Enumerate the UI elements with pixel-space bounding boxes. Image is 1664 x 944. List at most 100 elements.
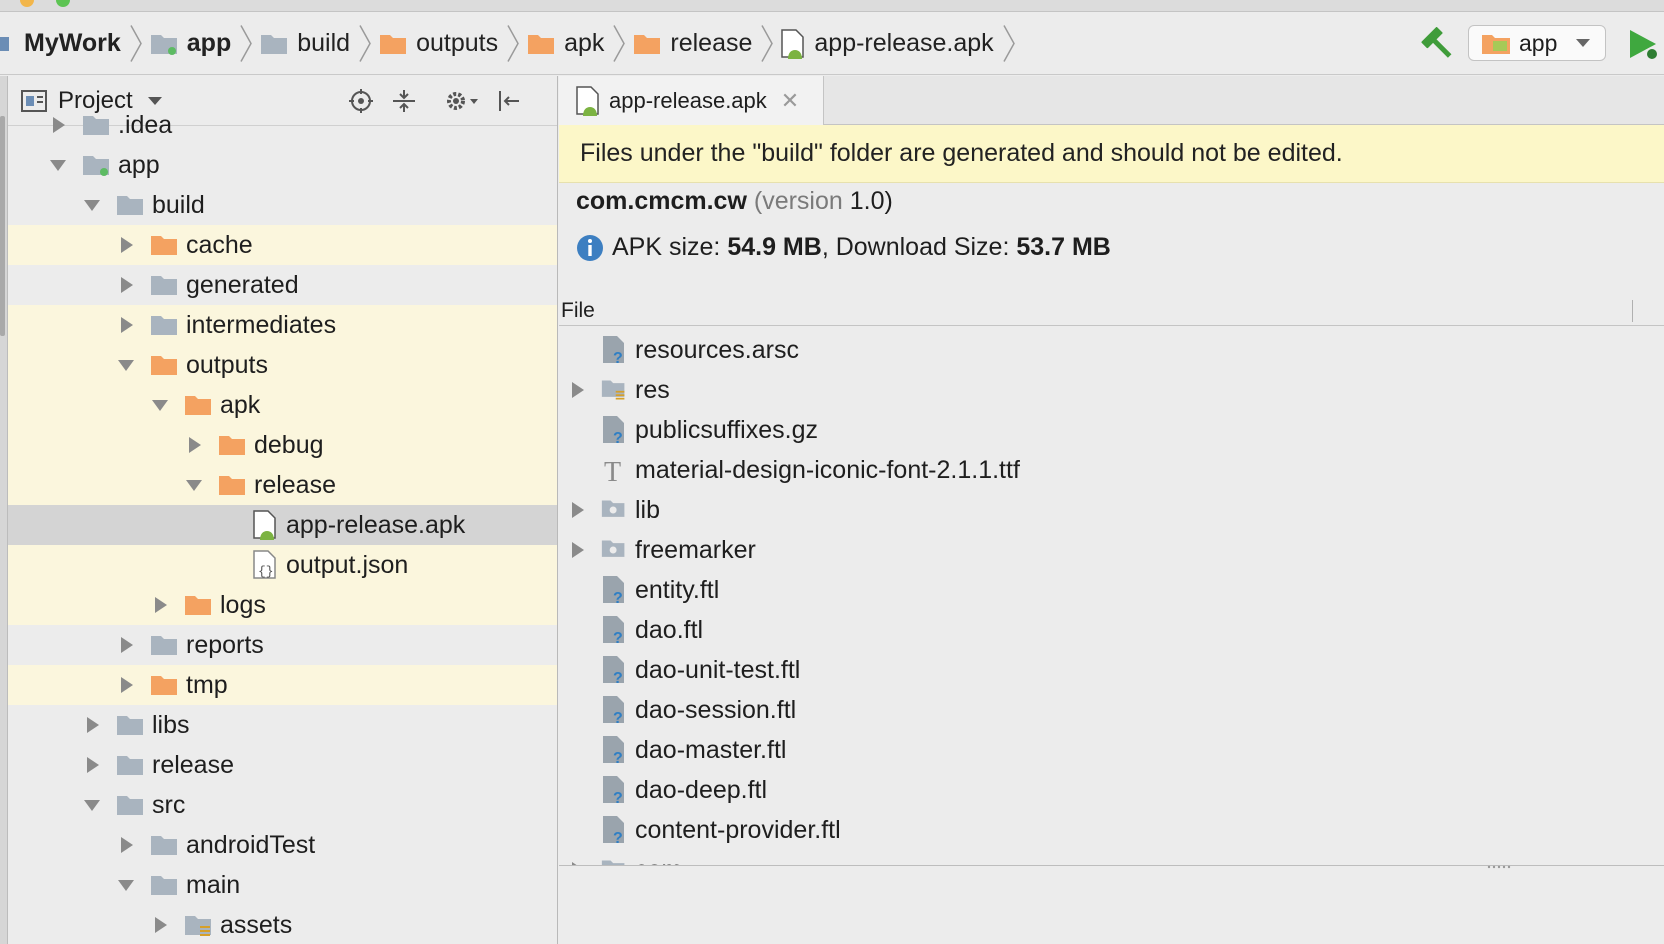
collapsed-arrow-icon[interactable] (567, 380, 587, 400)
apk-entry-row[interactable]: ? dao-unit-test.ftl (559, 650, 1664, 690)
apk-entry-row[interactable]: ? publicsuffixes.gz (559, 410, 1664, 450)
collapsed-arrow-icon[interactable] (82, 755, 102, 775)
tree-node-label: release (152, 750, 234, 779)
orange-folder-icon (151, 356, 177, 375)
tree-node-label: apk (220, 390, 261, 419)
collapsed-arrow-icon[interactable] (48, 115, 68, 135)
tree-node[interactable]: intermediates (8, 305, 557, 345)
unknown-file-icon: ? (603, 576, 624, 605)
tree-node[interactable]: cache (8, 225, 557, 265)
folder-icon (151, 636, 177, 655)
zoom-traffic-light[interactable] (56, 0, 70, 7)
apk-entry-row[interactable]: freemarker (559, 530, 1664, 570)
tree-node[interactable]: src (8, 785, 557, 825)
collapsed-arrow-icon[interactable] (116, 235, 136, 255)
collapsed-arrow-icon[interactable] (567, 500, 587, 520)
tree-node[interactable]: libs (8, 705, 557, 745)
folder-icon (151, 876, 177, 895)
tree-node-label: debug (254, 430, 324, 459)
tree-node[interactable]: build (8, 185, 557, 225)
tree-node[interactable]: main (8, 865, 557, 905)
breadcrumb: MyWork app build outputs apk release app-relea… (0, 12, 1022, 75)
close-icon[interactable]: ✕ (781, 88, 799, 114)
resize-grip-icon[interactable] (1486, 863, 1514, 871)
tab-app-release-apk[interactable]: app-release.apk ✕ (559, 76, 824, 125)
tree-node[interactable]: logs (8, 585, 557, 625)
breadcrumb-item[interactable]: release (632, 12, 752, 75)
apk-entry-label: res (635, 375, 670, 404)
tree-node[interactable]: app-release.apk (8, 505, 557, 545)
tree-node[interactable]: {} output.json (8, 545, 557, 585)
collapsed-arrow-icon[interactable] (116, 315, 136, 335)
breadcrumb-item[interactable]: app-release.apk (780, 12, 994, 75)
apk-entry-row[interactable]: ? dao.ftl (559, 610, 1664, 650)
unknown-file-icon: ? (603, 656, 624, 685)
apk-entry-row[interactable]: ? dao-master.ftl (559, 730, 1664, 770)
collapsed-arrow-icon[interactable] (116, 835, 136, 855)
tree-node[interactable]: release (8, 465, 557, 505)
tree-node[interactable]: release (8, 745, 557, 785)
collapsed-arrow-icon[interactable] (150, 595, 170, 615)
collapsed-arrow-icon[interactable] (184, 435, 204, 455)
collapsed-arrow-icon[interactable] (116, 275, 136, 295)
breadcrumb-item[interactable]: MyWork (0, 12, 121, 75)
svg-text:?: ? (613, 350, 623, 365)
tree-node[interactable]: app (8, 145, 557, 185)
apk-entry-row[interactable]: ? dao-deep.ftl (559, 770, 1664, 810)
expanded-arrow-icon[interactable] (82, 795, 102, 815)
tree-node[interactable]: outputs (8, 345, 557, 385)
apk-entry-row[interactable]: ? dao-session.ftl (559, 690, 1664, 730)
expanded-arrow-icon[interactable] (82, 195, 102, 215)
apk-entry-row[interactable]: ? resources.arsc (559, 330, 1664, 370)
collapsed-arrow-icon[interactable] (567, 860, 587, 865)
tree-node[interactable]: reports (8, 625, 557, 665)
apk-entry-row[interactable]: res (559, 370, 1664, 410)
run-icon[interactable] (1624, 26, 1660, 62)
collapsed-arrow-icon[interactable] (116, 675, 136, 695)
breadcrumb-item[interactable]: app (149, 12, 231, 75)
apk-entry-row[interactable]: lib (559, 490, 1664, 530)
unknown-file-icon: ? (603, 336, 624, 365)
tree-node[interactable]: androidTest (8, 825, 557, 865)
tree-node[interactable]: debug (8, 425, 557, 465)
run-configuration-select[interactable]: app (1468, 25, 1606, 61)
tree-node-label: release (254, 470, 336, 499)
tree-node[interactable]: generated (8, 265, 557, 305)
generated-files-banner: Files under the "build" folder are gener… (559, 125, 1664, 183)
expanded-arrow-icon[interactable] (184, 475, 204, 495)
chevron-right-icon (761, 25, 774, 62)
tree-node[interactable]: assets (8, 905, 557, 944)
svg-text:?: ? (613, 590, 623, 605)
json-file-icon: {} (253, 550, 276, 579)
breadcrumb-label: apk (564, 29, 605, 57)
expanded-arrow-icon[interactable] (48, 155, 68, 175)
svg-text:?: ? (613, 790, 623, 805)
apk-entry-row[interactable]: ? entity.ftl (559, 570, 1664, 610)
expanded-arrow-icon[interactable] (150, 395, 170, 415)
navigation-bar: MyWork app build outputs apk release app-relea… (0, 12, 1664, 75)
hammer-icon[interactable] (1420, 27, 1456, 63)
collapsed-arrow-icon[interactable] (116, 635, 136, 655)
table-header[interactable]: File (559, 296, 1664, 326)
tree-node[interactable]: .idea (8, 105, 557, 145)
apk-entry-row[interactable]: Tmaterial-design-iconic-font-2.1.1.ttf (559, 450, 1664, 490)
minimize-traffic-light[interactable] (20, 0, 34, 7)
breadcrumb-item[interactable]: apk (526, 12, 604, 75)
breadcrumb-label: app (186, 29, 232, 57)
apk-entry-label: lib (635, 495, 661, 524)
collapsed-arrow-icon[interactable] (150, 915, 170, 935)
breadcrumb-item[interactable]: build (259, 12, 350, 75)
tree-node[interactable]: apk (8, 385, 557, 425)
app-module-icon (1482, 35, 1510, 54)
expanded-arrow-icon[interactable] (116, 355, 136, 375)
collapsed-arrow-icon[interactable] (82, 715, 102, 735)
package-folder-icon (601, 860, 625, 865)
folder-icon (117, 196, 143, 215)
breadcrumb-item[interactable]: outputs (378, 12, 498, 75)
svg-text:{}: {} (258, 564, 274, 579)
expanded-arrow-icon[interactable] (116, 875, 136, 895)
left-scrollbar[interactable] (0, 76, 8, 944)
apk-entry-row[interactable]: ? content-provider.ftl (559, 810, 1664, 850)
tree-node[interactable]: tmp (8, 665, 557, 705)
collapsed-arrow-icon[interactable] (567, 540, 587, 560)
